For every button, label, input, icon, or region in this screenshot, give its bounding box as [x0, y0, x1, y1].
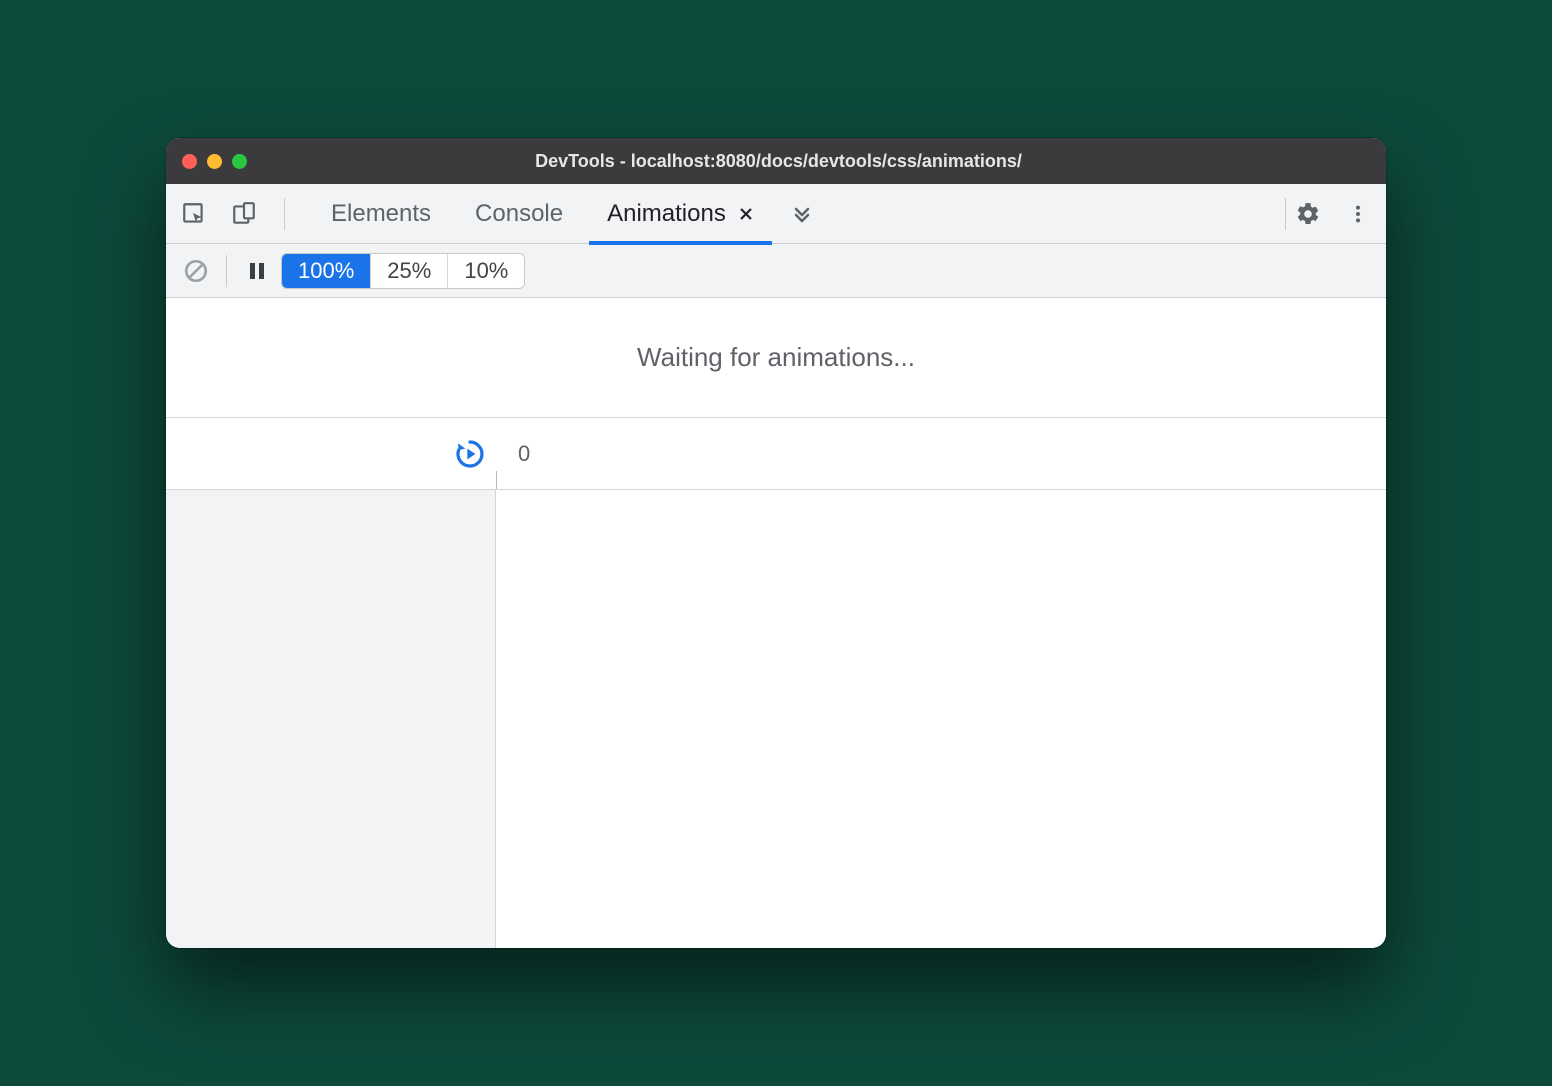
tab-animations[interactable]: Animations — [585, 184, 776, 244]
speed-label: 25% — [387, 258, 431, 283]
speed-label: 100% — [298, 258, 354, 283]
tab-label: Console — [475, 200, 563, 228]
more-tabs-button[interactable] — [786, 198, 818, 230]
more-options-button[interactable] — [1342, 198, 1374, 230]
separator — [1285, 198, 1286, 230]
timeline-tick-icon — [496, 471, 497, 489]
timeline-start-label: 0 — [518, 441, 530, 467]
main-toolbar: Elements Console Animations — [166, 184, 1386, 244]
clear-button[interactable] — [180, 255, 212, 287]
minimize-window-button[interactable] — [207, 154, 222, 169]
speed-100-button[interactable]: 100% — [282, 254, 371, 288]
close-tab-icon[interactable] — [738, 206, 754, 222]
speed-10-button[interactable]: 10% — [448, 254, 524, 288]
playback-speed-group: 100% 25% 10% — [281, 253, 525, 289]
tab-label: Elements — [331, 200, 431, 228]
speed-25-button[interactable]: 25% — [371, 254, 448, 288]
settings-button[interactable] — [1292, 198, 1324, 230]
window-title: DevTools - localhost:8080/docs/devtools/… — [247, 151, 1370, 172]
timeline-track-panel[interactable] — [496, 490, 1386, 948]
devtools-window: DevTools - localhost:8080/docs/devtools/… — [166, 138, 1386, 948]
waiting-message: Waiting for animations... — [166, 298, 1386, 418]
inspect-element-button[interactable] — [178, 198, 210, 230]
pause-button[interactable] — [241, 255, 273, 287]
tab-elements[interactable]: Elements — [309, 184, 453, 244]
traffic-lights — [182, 154, 247, 169]
maximize-window-button[interactable] — [232, 154, 247, 169]
replay-button[interactable] — [454, 438, 486, 470]
tab-console[interactable]: Console — [453, 184, 585, 244]
timeline-header: 0 — [166, 418, 1386, 490]
speed-label: 10% — [464, 258, 508, 283]
timeline-body — [166, 490, 1386, 948]
close-window-button[interactable] — [182, 154, 197, 169]
device-toolbar-button[interactable] — [228, 198, 260, 230]
tab-label: Animations — [607, 200, 726, 228]
animations-toolbar: 100% 25% 10% — [166, 244, 1386, 298]
separator — [226, 255, 227, 287]
animation-list-panel — [166, 490, 496, 948]
titlebar: DevTools - localhost:8080/docs/devtools/… — [166, 138, 1386, 184]
separator — [284, 198, 285, 230]
